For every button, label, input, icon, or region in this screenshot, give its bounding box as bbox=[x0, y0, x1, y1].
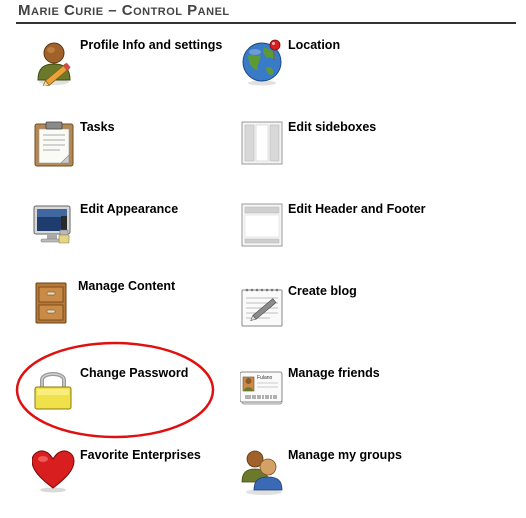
favorite-enterprises-link[interactable]: Favorite Enterprises bbox=[32, 448, 232, 508]
sideboxes-layout-icon bbox=[241, 121, 283, 165]
manage-groups-link[interactable]: Manage my groups bbox=[240, 448, 440, 508]
id-card-name-text: Fulano bbox=[257, 375, 273, 381]
manage-friends-label: Manage friends bbox=[288, 366, 380, 380]
panel-header: Marie Curie – Control Panel bbox=[16, 2, 516, 24]
cabinet-icon bbox=[35, 282, 67, 324]
edit-header-footer-link[interactable]: Edit Header and Footer bbox=[240, 202, 440, 262]
profile-settings-label: Profile Info and settings bbox=[80, 38, 223, 52]
monitor-paintbrush-icon bbox=[33, 205, 71, 244]
create-blog-label: Create blog bbox=[288, 284, 357, 298]
manage-friends-link[interactable]: Fulano Manage friends bbox=[240, 366, 440, 426]
group-users-icon bbox=[241, 450, 283, 495]
location-link[interactable]: Location bbox=[240, 38, 440, 98]
heart-icon bbox=[32, 450, 75, 493]
user-edit-icon bbox=[37, 42, 71, 86]
edit-header-footer-label: Edit Header and Footer bbox=[288, 202, 426, 216]
clipboard-icon bbox=[34, 121, 74, 167]
edit-sideboxes-label: Edit sideboxes bbox=[288, 120, 377, 134]
globe-pin-icon bbox=[242, 39, 282, 86]
notepad-pencil-icon bbox=[241, 288, 283, 327]
create-blog-link[interactable]: Create blog bbox=[240, 284, 440, 344]
tasks-link[interactable]: Tasks bbox=[32, 120, 232, 180]
edit-sideboxes-link[interactable]: Edit sideboxes bbox=[240, 120, 440, 180]
manage-content-link[interactable]: Manage Content bbox=[32, 279, 232, 339]
location-label: Location bbox=[288, 38, 341, 52]
favorite-enterprises-label: Favorite Enterprises bbox=[80, 448, 201, 462]
highlight-circle bbox=[15, 341, 215, 439]
edit-appearance-label: Edit Appearance bbox=[80, 202, 179, 216]
tasks-label: Tasks bbox=[80, 120, 115, 134]
edit-appearance-link[interactable]: Edit Appearance bbox=[32, 202, 232, 262]
manage-groups-label: Manage my groups bbox=[288, 448, 402, 462]
profile-settings-link[interactable]: Profile Info and settings bbox=[32, 38, 232, 98]
manage-content-label: Manage Content bbox=[78, 279, 176, 293]
id-cards-icon: Fulano bbox=[240, 371, 283, 405]
page-title: Marie Curie – Control Panel bbox=[18, 2, 230, 19]
header-footer-layout-icon bbox=[241, 203, 283, 247]
